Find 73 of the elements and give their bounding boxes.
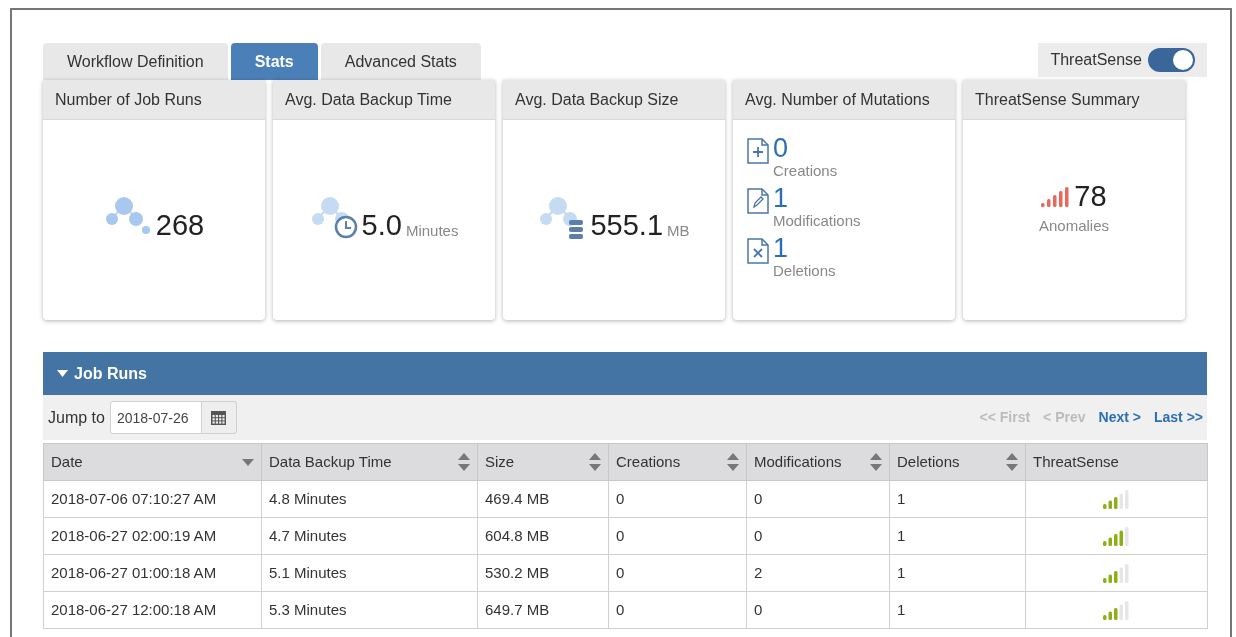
section-header[interactable]: Job Runs: [43, 352, 1207, 395]
table-cell: 2018-06-27 01:00:18 AM: [43, 554, 262, 592]
document-plus-icon: [747, 138, 769, 164]
sort-down-icon[interactable]: [242, 458, 254, 466]
table-cell: 2018-06-27 12:00:18 AM: [43, 591, 262, 629]
table-cell: 0: [746, 591, 890, 629]
anomaly-label: Anomalies: [1038, 216, 1109, 237]
card-title: Avg. Number of Mutations: [745, 89, 930, 110]
mutation-label: Deletions: [773, 262, 836, 279]
column-header[interactable]: Size: [477, 443, 609, 481]
toggle-switch[interactable]: [1148, 48, 1195, 72]
calendar-icon[interactable]: [211, 410, 227, 425]
table-cell: 0: [608, 554, 747, 592]
table-cell: 0: [608, 591, 747, 629]
stat-value: 555.1: [590, 211, 664, 240]
mutation-label: Modifications: [773, 212, 861, 229]
sort-icon[interactable]: [1006, 453, 1018, 471]
card-title: Number of Job Runs: [55, 89, 202, 110]
column-header[interactable]: Modifications: [746, 443, 890, 481]
table-cell: 1: [889, 480, 1026, 518]
sort-icon[interactable]: [870, 453, 882, 471]
table-cell: 0: [746, 517, 890, 555]
toggle-label: ThreatSense: [1050, 50, 1142, 70]
table-cell: 530.2 MB: [477, 554, 609, 592]
table-cell: 2018-06-27 02:00:19 AM: [43, 517, 262, 555]
document-pencil-icon: [747, 188, 769, 214]
table-cell: 649.7 MB: [477, 591, 609, 629]
table-cell: 1: [889, 517, 1026, 555]
stat-value: 268: [155, 211, 205, 240]
table-cell: 1: [889, 591, 1026, 629]
table-cell: 4.8 Minutes: [261, 480, 478, 518]
caret-icon: [57, 370, 68, 377]
column-header[interactable]: ThreatSense: [1025, 443, 1208, 481]
sort-icon[interactable]: [458, 453, 470, 471]
tab[interactable]: Stats: [230, 43, 318, 80]
column-header[interactable]: Data Backup Time: [261, 443, 478, 481]
mutation-label: Creations: [773, 162, 838, 179]
calendar-button[interactable]: [201, 401, 237, 434]
mutation-count: 0: [773, 134, 790, 162]
column-header[interactable]: Date: [43, 443, 262, 481]
sort-icon[interactable]: [727, 453, 739, 471]
tab[interactable]: Advanced Stats: [320, 43, 481, 80]
date-field[interactable]: 2018-07-26: [109, 401, 202, 434]
table-cell: 0: [608, 480, 747, 518]
table-cell: 2018-07-06 07:10:27 AM: [43, 480, 262, 518]
signal-bars-icon: [1041, 187, 1071, 208]
table-cell: 0: [746, 480, 890, 518]
pagination-link[interactable]: Last >>: [1153, 407, 1203, 428]
jump-to-label: Jump to: [48, 407, 105, 428]
table-cell: 5.1 Minutes: [261, 554, 478, 592]
mutation-count: 1: [773, 234, 790, 262]
table-cell: 4.7 Minutes: [261, 517, 478, 555]
stat-unit: MB: [667, 223, 690, 238]
table-cell: 0: [608, 517, 747, 555]
table-cell: 2: [746, 554, 890, 592]
pagination-link[interactable]: Next >: [1098, 407, 1141, 428]
stat-unit: Minutes: [405, 223, 459, 238]
tab[interactable]: Workflow Definition: [43, 43, 228, 80]
table-cell: 604.8 MB: [477, 517, 609, 555]
mutation-count: 1: [773, 184, 790, 212]
document-cross-icon: [747, 238, 769, 264]
column-header[interactable]: Creations: [608, 443, 747, 481]
card-title: ThreatSense Summary: [975, 89, 1140, 110]
table-cell: 5.3 Minutes: [261, 591, 478, 629]
stat-value: 5.0: [361, 211, 402, 240]
anomaly-count: 78: [1074, 182, 1107, 212]
sort-icon[interactable]: [589, 453, 601, 471]
card-title: Avg. Data Backup Time: [285, 89, 452, 110]
bubbles-clock-icon: [309, 194, 358, 240]
table-cell: 469.4 MB: [477, 480, 609, 518]
table-cell: 1: [889, 554, 1026, 592]
column-header[interactable]: Deletions: [889, 443, 1026, 481]
card-title: Avg. Data Backup Size: [515, 89, 679, 110]
